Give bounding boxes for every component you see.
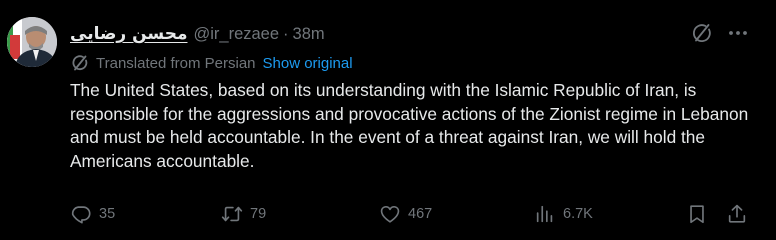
views-button[interactable]: 6.7K: [534, 202, 593, 226]
user-handle[interactable]: @ir_rezaee: [193, 25, 279, 44]
share-icon: [728, 204, 746, 223]
grok-icon[interactable]: [690, 21, 714, 45]
repost-icon: [221, 206, 243, 222]
repost-count: 79: [250, 206, 267, 222]
views-icon: [536, 205, 553, 223]
display-name[interactable]: محسن رضایی: [70, 24, 187, 44]
avatar-image: [7, 17, 57, 67]
tweet[interactable]: محسن رضایی @ir_rezaee · 38m Translated f…: [0, 0, 776, 240]
share-button[interactable]: [726, 202, 748, 226]
translated-from-label: Translated from Persian: [96, 54, 256, 72]
tweet-header: محسن رضایی @ir_rezaee · 38m: [70, 22, 325, 46]
separator-dot: ·: [283, 24, 289, 43]
show-original-link[interactable]: Show original: [263, 55, 353, 72]
tweet-text: The United States, based on its understa…: [70, 80, 749, 171]
more-icon[interactable]: [726, 21, 750, 45]
views-count: 6.7K: [563, 206, 593, 222]
translate-icon: [72, 55, 88, 71]
reply-count: 35: [99, 206, 116, 222]
bookmark-icon: [690, 205, 704, 224]
repost-button[interactable]: 79: [221, 202, 266, 226]
reply-button[interactable]: 35: [70, 202, 115, 226]
translation-notice: Translated from Persian Show original: [70, 52, 353, 74]
reply-icon: [71, 206, 91, 224]
bookmark-button[interactable]: [686, 202, 708, 226]
like-button[interactable]: 467: [379, 202, 432, 226]
avatar[interactable]: [7, 17, 57, 67]
heart-icon: [380, 205, 400, 223]
like-count: 467: [408, 206, 433, 222]
timestamp[interactable]: 38m: [293, 25, 325, 44]
